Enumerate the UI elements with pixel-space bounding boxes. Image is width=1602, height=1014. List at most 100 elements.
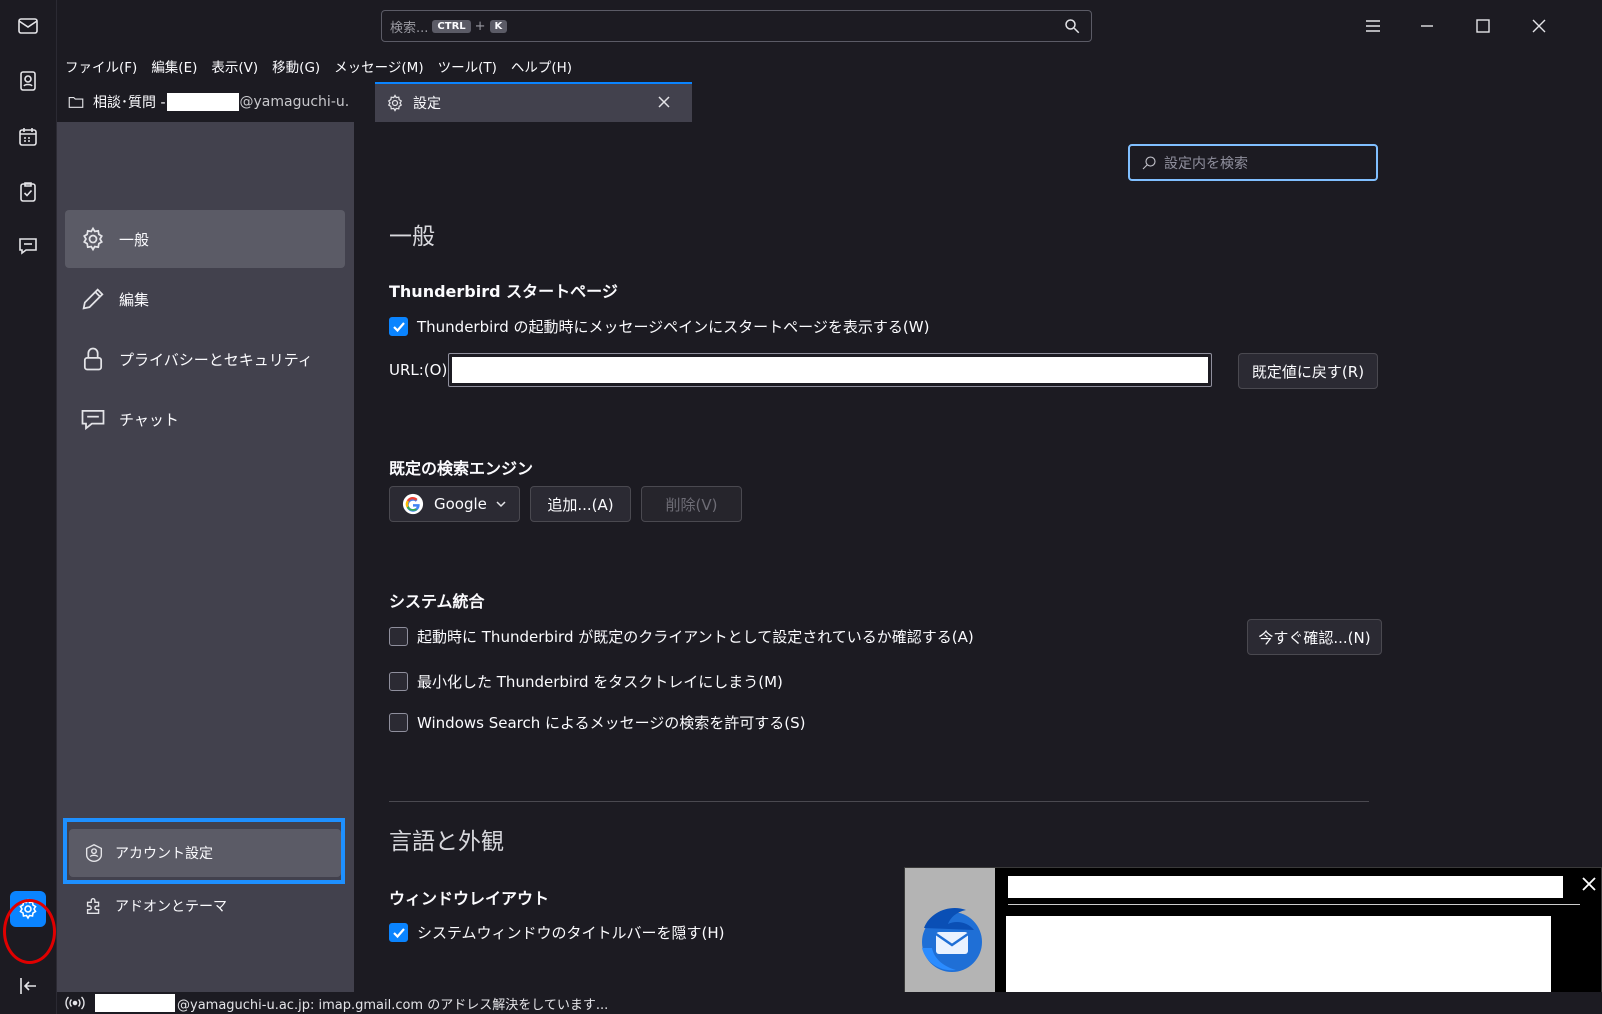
tab-settings-label: 設定 [413,96,441,112]
tab-settings[interactable]: 設定 [375,82,692,122]
tray-checkbox[interactable] [389,672,408,691]
tasks-space-button[interactable] [10,174,46,210]
add-search-engine-button[interactable]: 追加...(A) [530,486,631,522]
nav-compose-label: 編集 [119,290,150,309]
tab-folder-suffix: @yamaguchi-u. [239,94,350,110]
menu-go[interactable]: 移動(G) [272,56,320,76]
windows-search-label: Windows Search によるメッセージの検索を許可する(S) [417,714,806,732]
folder-icon [68,96,84,108]
windows-search-row[interactable]: Windows Search によるメッセージの検索を許可する(S) [389,712,806,733]
window-layout-heading: ウィンドウレイアウト [389,889,550,908]
annotation-blue-frame [63,818,345,884]
redacted-address [95,994,175,1012]
section-divider [389,801,1369,802]
find-placeholder: 設定内を検索 [1164,155,1248,172]
collapse-left-icon [20,978,36,994]
menu-message[interactable]: メッセージ(M) [334,56,423,76]
search-icon [1142,155,1156,169]
maximize-button[interactable] [1465,10,1501,42]
menu-file[interactable]: ファイル(F) [65,56,137,76]
mail-space-button[interactable] [10,8,46,44]
collapse-spaces-button[interactable] [10,968,46,1004]
windows-search-checkbox[interactable] [389,713,408,732]
minimize-button[interactable] [1409,10,1445,42]
chevron-down-icon [496,501,506,508]
annotation-red-circle [3,899,56,964]
app-menu-button[interactable] [1355,10,1391,42]
redacted-url [452,357,1208,383]
checkmark-icon [392,927,405,938]
menubar: ファイル(F) 編集(E) 表示(V) 移動(G) メッセージ(M) ツール(T… [57,52,1602,80]
restore-default-button[interactable]: 既定値に戻す(R) [1238,353,1378,389]
nav-general-label: 一般 [119,230,150,249]
find-in-settings-input[interactable]: 設定内を検索 [1128,144,1378,181]
hide-titlebar-row[interactable]: システムウィンドウのタイトルバーを隠す(H) [389,922,725,943]
hide-titlebar-checkbox[interactable] [389,923,408,942]
remove-search-engine-button[interactable]: 削除(V) [641,486,742,522]
menu-view[interactable]: 表示(V) [211,56,258,76]
default-client-label: 起動時に Thunderbird が既定のクライアントとして設定されているか確認… [417,628,974,646]
nav-compose[interactable]: 編集 [65,270,345,328]
nav-privacy[interactable]: プライバシーとセキュリティ [65,330,345,388]
close-icon [1532,19,1546,33]
search-placeholder: 検索... [390,20,429,36]
spaces-toolbar [0,0,57,1014]
calendar-icon [19,128,37,146]
thunderbird-logo-icon [922,908,982,972]
minimize-icon [1421,25,1433,27]
titlebar: 検索... CTRL + K [57,0,1602,52]
status-bar: @yamaguchi-u.ac.jp: imap.gmail.com のアドレス… [57,992,1602,1014]
redacted-block [166,93,239,111]
chat-space-button[interactable] [10,228,46,264]
tasks-icon [20,182,36,202]
calendar-space-button[interactable] [10,119,46,155]
menu-edit[interactable]: 編集(E) [151,56,197,76]
nav-chat-label: チャット [119,410,179,429]
url-label-text: URL:(O) [389,361,448,379]
thunderbird-logo [905,868,995,1008]
gear-icon [387,94,403,112]
tab-folder-prefix: 相談･質問 - [93,95,166,111]
notification-divider [1008,904,1580,905]
global-search-input[interactable]: 検索... CTRL + K [381,10,1092,42]
startpage-checkbox[interactable] [389,317,408,336]
close-window-button[interactable] [1521,10,1557,42]
preferences-content: 設定内を検索 一般 Thunderbird スタートページ Thunderbir… [354,122,1602,992]
lock-icon [83,347,103,371]
search-icon [1065,19,1080,34]
close-notification-icon[interactable] [1581,876,1597,892]
nav-privacy-label: プライバシーとセキュリティ [119,350,313,369]
tab-folder[interactable]: 相談･質問 - @yamaguchi-u. [67,82,357,122]
default-client-row[interactable]: 起動時に Thunderbird が既定のクライアントとして設定されているか確認… [389,626,974,647]
new-mail-notification[interactable] [904,867,1602,1008]
default-client-checkbox[interactable] [389,627,408,646]
search-engine-select[interactable]: Google [389,486,520,522]
shortcut-plus: + [474,18,486,34]
search-engine-value: Google [434,495,487,513]
check-now-button[interactable]: 今すぐ確認...(N) [1247,619,1382,655]
close-tab-icon[interactable] [656,94,672,110]
maximize-icon [1476,19,1490,33]
general-heading: 一般 [389,224,435,250]
connection-activity-icon [65,996,85,1010]
checkmark-icon [392,321,405,332]
mail-icon [18,18,38,34]
nav-chat[interactable]: チャット [65,390,345,448]
puzzle-icon [86,898,100,915]
chat-icon [19,238,37,255]
chat-icon [81,409,105,431]
address-book-icon [20,71,36,91]
nav-general[interactable]: 一般 [65,210,345,268]
system-integration-heading: システム統合 [389,592,485,611]
thunderbird-window: 検索... CTRL + K ファイル(F) 編集(E) 表示(V) 移動(G)… [0,0,1602,1014]
nav-addons[interactable]: アドオンとテーマ [69,882,349,930]
menu-tools[interactable]: ツール(T) [438,56,497,76]
startpage-checkbox-row[interactable]: Thunderbird の起動時にメッセージペインにスタートページを表示する(W… [389,316,929,337]
menu-help[interactable]: ヘルプ(H) [511,56,572,76]
shortcut-ctrl: CTRL [432,19,471,33]
tray-row[interactable]: 最小化した Thunderbird をタスクトレイにしまう(M) [389,671,783,692]
search-engine-heading: 既定の検索エンジン [389,459,534,478]
startpage-url-input[interactable] [448,353,1212,387]
pencil-icon [82,288,104,310]
address-book-space-button[interactable] [10,63,46,99]
